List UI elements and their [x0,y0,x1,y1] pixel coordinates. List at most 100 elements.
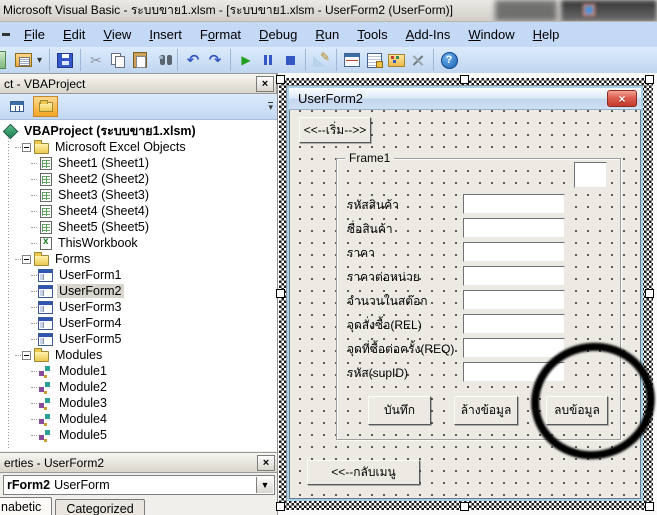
object-browser-icon[interactable] [385,50,407,70]
properties-title: erties - UserForm2 [4,456,257,470]
tree-item[interactable]: Sheet5 (Sheet5) [0,219,277,235]
resize-handle[interactable] [276,502,285,511]
tree-item[interactable]: UserForm3 [0,299,277,315]
menu-item[interactable]: Debug [250,24,306,45]
tree-item[interactable]: Module3 [0,395,277,411]
save-icon[interactable] [54,50,76,70]
expander-minus-icon[interactable] [22,351,31,360]
view-microsoft-excel-icon[interactable] [12,50,34,70]
resize-handle[interactable] [460,502,469,511]
tree-item[interactable]: Forms [0,251,277,267]
field-textbox[interactable] [463,266,565,286]
tree-item[interactable]: Sheet4 (Sheet4) [0,203,277,219]
field-textbox[interactable] [463,338,565,358]
field-textbox[interactable] [463,362,565,382]
properties-header[interactable]: erties - UserForm2 × [0,452,278,473]
frame1-groupbox: Frame1 รหัสสินค้า ชื่อสินค้า ราคา [336,158,621,440]
tree-item[interactable]: UserForm4 [0,315,277,331]
toolbox-icon[interactable] [407,50,429,70]
view-object-button[interactable] [4,96,29,117]
tree-item[interactable]: Module1 [0,363,277,379]
tree-item[interactable]: ThisWorkbook [0,235,277,251]
properties-window-icon[interactable] [363,50,385,70]
menu-item[interactable]: Insert [140,24,191,45]
tree-item[interactable]: Modules [0,347,277,363]
run-icon[interactable] [235,50,257,70]
toggle-folders-button[interactable] [33,96,58,117]
tree-item[interactable]: UserForm1 [0,267,277,283]
document-icon [2,33,10,36]
menu-item[interactable]: File [15,24,54,45]
copy-icon[interactable] [107,50,129,70]
field-textbox[interactable] [463,194,565,214]
tree-item[interactable]: VBAProject (ระบบขาย1.xlsm) [0,123,277,139]
undo-icon[interactable] [182,50,204,70]
project-explorer-icon[interactable] [341,50,363,70]
clear-data-button[interactable]: ล้างข้อมูล [454,396,518,425]
help-icon[interactable] [438,50,460,70]
left-panel-column: ct - VBAProject × ▾ VBAProject (ระบบขาย1… [0,73,278,515]
menu-item[interactable]: Window [459,24,523,45]
excel-sheet-icon [40,157,52,170]
close-icon[interactable]: × [256,76,274,92]
close-icon[interactable]: × [607,90,637,107]
resize-handle[interactable] [460,75,469,84]
design-mode-icon[interactable] [310,50,332,70]
resize-handle[interactable] [645,502,654,511]
field-label: จำนวนในสต๊อก [347,291,428,311]
toolbar-overflow-icon[interactable]: ▾ [268,102,273,111]
menu-item[interactable]: View [94,24,140,45]
close-icon[interactable]: × [257,455,275,471]
field-textbox[interactable] [463,290,565,310]
menu-item[interactable]: Run [306,24,348,45]
view-object-icon [10,101,24,112]
tree-item[interactable]: UserForm2 [0,283,277,299]
tree-item[interactable]: Sheet2 (Sheet2) [0,171,277,187]
tree-item[interactable]: Sheet1 (Sheet1) [0,155,277,171]
small-textbox[interactable] [574,162,607,188]
menu-item[interactable]: Help [524,24,569,45]
expander-minus-icon[interactable] [22,143,31,152]
delete-data-button[interactable]: ลบข้อมูล [546,396,608,425]
tree-item-label: ThisWorkbook [56,236,140,250]
break-icon[interactable] [257,50,279,70]
back-to-menu-button[interactable]: <<--กลับเมนู [307,460,420,485]
tree-item-label: Forms [53,252,92,266]
chevron-down-icon[interactable]: ▼ [256,477,273,493]
cut-icon[interactable] [85,50,107,70]
tree-item[interactable]: Module5 [0,427,277,443]
menu-item[interactable]: Add-Ins [397,24,460,45]
userform-title-bar[interactable]: UserForm2 × [289,88,641,110]
tree-item[interactable]: UserForm5 [0,331,277,347]
tree-item[interactable]: Microsoft Excel Objects [0,139,277,155]
properties-tab[interactable]: Categorized [55,499,144,515]
resize-handle[interactable] [276,75,285,84]
find-icon[interactable] [151,50,173,70]
start-button[interactable]: <<--เริ่ม-->> [299,117,371,143]
tree-item[interactable]: Module2 [0,379,277,395]
project-explorer-header[interactable]: ct - VBAProject × [0,73,277,94]
field-textbox[interactable] [463,314,565,334]
tree-item[interactable]: Sheet3 (Sheet3) [0,187,277,203]
object-combobox[interactable]: rForm2 UserForm ▼ [3,475,275,495]
resize-handle[interactable] [645,75,654,84]
toolbar-dropdown-arrow-icon[interactable] [34,50,45,70]
menu-item[interactable]: Tools [348,24,396,45]
field-textbox[interactable] [463,242,565,262]
properties-tab[interactable]: nabetic [0,497,52,515]
menu-item[interactable]: Format [191,24,250,45]
menu-item[interactable]: Edit [54,24,94,45]
reset-icon[interactable] [279,50,301,70]
tree-item-label: VBAProject (ระบบขาย1.xlsm) [22,121,198,141]
title-bar[interactable]: Microsoft Visual Basic - ระบบขาย1.xlsm -… [0,0,657,22]
field-textbox[interactable] [463,218,565,238]
tree-item[interactable]: Module4 [0,411,277,427]
redo-icon[interactable] [204,50,226,70]
tree-item-label: UserForm1 [57,268,124,282]
resize-handle[interactable] [645,289,654,298]
save-record-button[interactable]: บันทึก [368,396,431,425]
resize-handle[interactable] [276,289,285,298]
tree-item-label: UserForm3 [57,300,124,314]
paste-icon[interactable] [129,50,151,70]
expander-minus-icon[interactable] [22,255,31,264]
